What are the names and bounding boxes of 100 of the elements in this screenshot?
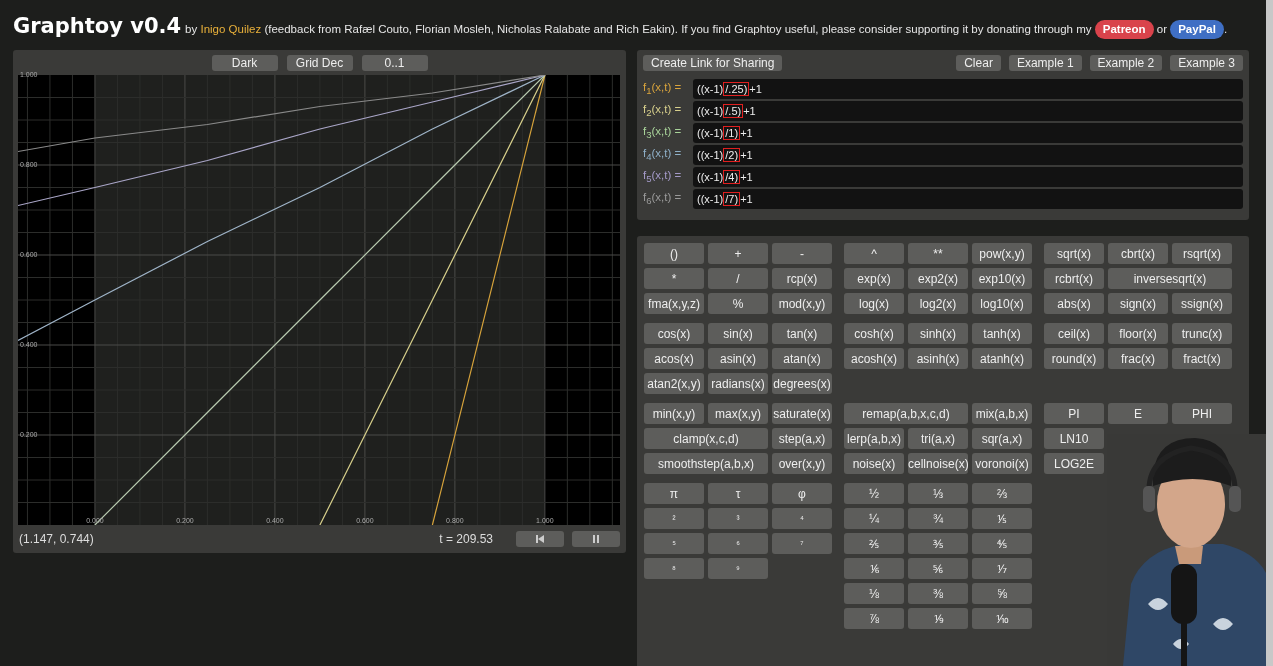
function-field[interactable]: ((x-1) /.25) +1 [693, 79, 1243, 99]
keypad-button[interactable]: inversesqrt(x) [1108, 268, 1232, 289]
keypad-button[interactable]: - [772, 243, 832, 264]
action-button[interactable]: Example 2 [1089, 55, 1163, 71]
keypad-button[interactable]: log10(x) [972, 293, 1032, 314]
keypad-button[interactable]: over(x,y) [772, 453, 832, 474]
keypad-button[interactable]: π [644, 483, 704, 504]
keypad-button[interactable]: ⅛ [844, 583, 904, 604]
keypad-button[interactable]: acosh(x) [844, 348, 904, 369]
keypad-button[interactable]: fma(x,y,z) [644, 293, 704, 314]
keypad-button[interactable]: ⅝ [972, 583, 1032, 604]
keypad-button[interactable]: ⅐ [972, 558, 1032, 579]
keypad-button[interactable]: saturate(x) [772, 403, 832, 424]
keypad-button[interactable]: asinh(x) [908, 348, 968, 369]
keypad-button[interactable]: % [708, 293, 768, 314]
keypad-button[interactable]: ⅔ [972, 483, 1032, 504]
keypad-button[interactable]: ² [644, 508, 704, 529]
keypad-button[interactable]: sqr(a,x) [972, 428, 1032, 449]
rewind-button[interactable] [516, 531, 564, 547]
keypad-button[interactable]: noise(x) [844, 453, 904, 474]
keypad-button[interactable]: ⅚ [908, 558, 968, 579]
keypad-button[interactable]: rcbrt(x) [1044, 268, 1104, 289]
keypad-button[interactable]: ⁹ [708, 558, 768, 579]
action-button[interactable]: Example 1 [1008, 55, 1082, 71]
keypad-button[interactable]: tanh(x) [972, 323, 1032, 344]
keypad-button[interactable]: pow(x,y) [972, 243, 1032, 264]
keypad-button[interactable]: degrees(x) [772, 373, 832, 394]
keypad-button[interactable]: atan2(x,y) [644, 373, 704, 394]
keypad-button[interactable]: floor(x) [1108, 323, 1168, 344]
keypad-button[interactable]: ⅓ [908, 483, 968, 504]
keypad-button[interactable]: PI [1044, 403, 1104, 424]
keypad-button[interactable]: ⅙ [844, 558, 904, 579]
keypad-button[interactable]: max(x,y) [708, 403, 768, 424]
keypad-button[interactable]: atanh(x) [972, 348, 1032, 369]
keypad-button[interactable]: + [708, 243, 768, 264]
keypad-button[interactable]: lerp(a,b,x) [844, 428, 904, 449]
keypad-button[interactable]: cbrt(x) [1108, 243, 1168, 264]
function-field[interactable]: ((x-1) /2) +1 [693, 145, 1243, 165]
keypad-button[interactable]: mix(a,b,x) [972, 403, 1032, 424]
keypad-button[interactable]: exp10(x) [972, 268, 1032, 289]
function-field[interactable]: ((x-1) /.5) +1 [693, 101, 1243, 121]
keypad-button[interactable]: LOG2E [1044, 453, 1104, 474]
keypad-button[interactable]: * [644, 268, 704, 289]
pause-button[interactable] [572, 531, 620, 547]
keypad-button[interactable]: step(a,x) [772, 428, 832, 449]
keypad-button[interactable]: asin(x) [708, 348, 768, 369]
keypad-button[interactable]: ⅜ [908, 583, 968, 604]
keypad-button[interactable]: trunc(x) [1172, 323, 1232, 344]
author-link[interactable]: Inigo Quilez [200, 23, 262, 35]
scrollbar[interactable] [1266, 0, 1273, 666]
keypad-button[interactable]: radians(x) [708, 373, 768, 394]
keypad-button[interactable]: ⁸ [644, 558, 704, 579]
action-button[interactable]: Clear [956, 55, 1001, 71]
keypad-button[interactable]: () [644, 243, 704, 264]
keypad-button[interactable]: / [708, 268, 768, 289]
keypad-button[interactable]: rsqrt(x) [1172, 243, 1232, 264]
keypad-button[interactable]: ½ [844, 483, 904, 504]
keypad-button[interactable]: remap(a,b,x,c,d) [844, 403, 968, 424]
keypad-button[interactable]: ⅕ [972, 508, 1032, 529]
keypad-button[interactable]: smoothstep(a,b,x) [644, 453, 768, 474]
keypad-button[interactable]: cellnoise(x) [908, 453, 968, 474]
keypad-button[interactable]: acos(x) [644, 348, 704, 369]
keypad-button[interactable]: tri(a,x) [908, 428, 968, 449]
keypad-button[interactable]: τ [708, 483, 768, 504]
keypad-button[interactable]: sqrt(x) [1044, 243, 1104, 264]
keypad-button[interactable]: abs(x) [1044, 293, 1104, 314]
keypad-button[interactable]: ** [908, 243, 968, 264]
toolbar-button[interactable]: Grid Dec [286, 55, 353, 71]
keypad-button[interactable]: sinh(x) [908, 323, 968, 344]
keypad-button[interactable]: ⅞ [844, 608, 904, 629]
function-field[interactable]: ((x-1) /1) +1 [693, 123, 1243, 143]
keypad-button[interactable]: exp2(x) [908, 268, 968, 289]
donate-link[interactable]: Patreon [1094, 20, 1154, 39]
keypad-button[interactable]: voronoi(x) [972, 453, 1032, 474]
keypad-button[interactable]: E [1108, 403, 1168, 424]
toolbar-button[interactable]: 0..1 [361, 55, 428, 71]
keypad-button[interactable]: mod(x,y) [772, 293, 832, 314]
keypad-button[interactable]: round(x) [1044, 348, 1104, 369]
keypad-button[interactable]: LN10 [1044, 428, 1104, 449]
keypad-button[interactable]: ⁷ [772, 533, 832, 554]
keypad-button[interactable]: ceil(x) [1044, 323, 1104, 344]
keypad-button[interactable]: ⅒ [972, 608, 1032, 629]
keypad-button[interactable]: sign(x) [1108, 293, 1168, 314]
keypad-button[interactable]: ⁵ [644, 533, 704, 554]
keypad-button[interactable]: exp(x) [844, 268, 904, 289]
keypad-button[interactable]: log2(x) [908, 293, 968, 314]
keypad-button[interactable]: log(x) [844, 293, 904, 314]
keypad-button[interactable]: clamp(x,c,d) [644, 428, 768, 449]
keypad-button[interactable]: tan(x) [772, 323, 832, 344]
keypad-button[interactable]: ⅗ [908, 533, 968, 554]
keypad-button[interactable]: sin(x) [708, 323, 768, 344]
share-link-button[interactable]: Create Link for Sharing [643, 55, 783, 71]
donate-link[interactable]: PayPal [1170, 20, 1224, 39]
keypad-button[interactable]: ⅑ [908, 608, 968, 629]
function-field[interactable]: ((x-1) /7) +1 [693, 189, 1243, 209]
keypad-button[interactable]: φ [772, 483, 832, 504]
keypad-button[interactable]: fract(x) [1172, 348, 1232, 369]
keypad-button[interactable]: ⁶ [708, 533, 768, 554]
keypad-button[interactable]: ³ [708, 508, 768, 529]
keypad-button[interactable]: PHI [1172, 403, 1232, 424]
